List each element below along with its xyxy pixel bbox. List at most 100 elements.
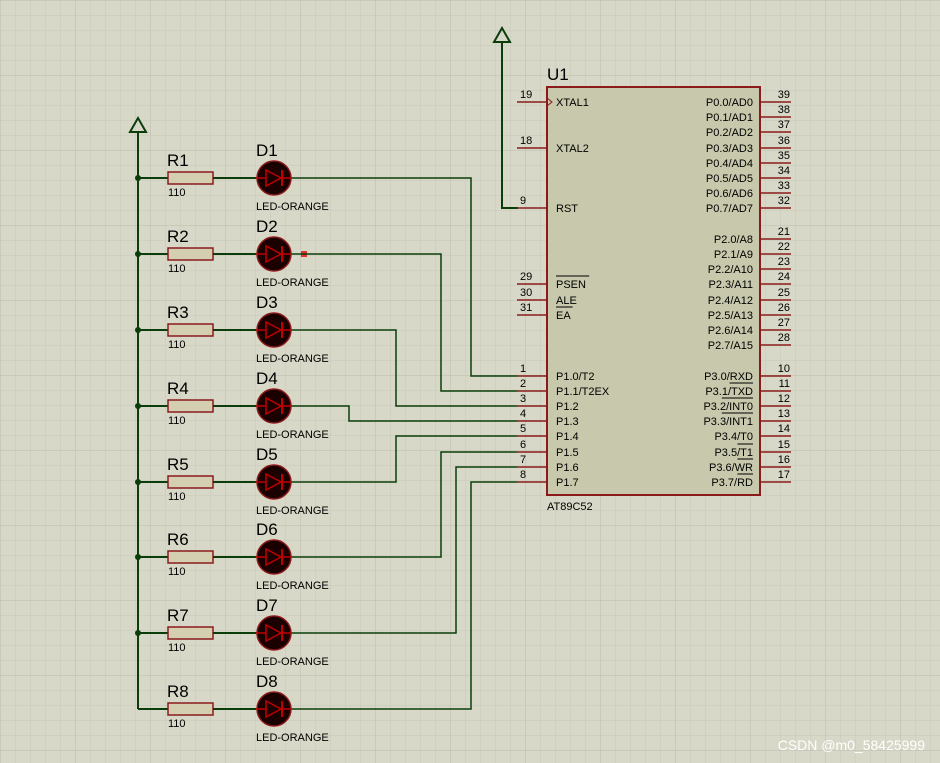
chip-pin-number: 32 <box>778 195 790 207</box>
mcu-chip[interactable]: U1 AT89C52 19XTAL118XTAL29RST29PSEN30ALE… <box>517 65 791 513</box>
led-part: LED-ORANGE <box>256 201 329 213</box>
chip-pin-name: P2.2/A10 <box>708 264 753 276</box>
chip-pin-name: P2.5/A13 <box>708 310 753 322</box>
chip-pin-number: 39 <box>778 89 790 101</box>
led-part: LED-ORANGE <box>256 277 329 289</box>
chip-pin-name: P3.7/RD <box>711 477 753 489</box>
chip-pin-name: P2.7/A15 <box>708 340 753 352</box>
led-ref: D8 <box>256 672 278 691</box>
resistor-ref: R2 <box>167 227 189 246</box>
resistor-body[interactable] <box>167 702 214 716</box>
grid <box>0 0 940 763</box>
chip-pin-name: P3.5/T1 <box>714 447 753 459</box>
chip-part: AT89C52 <box>547 501 593 513</box>
resistor-value: 110 <box>168 566 186 578</box>
chip-pin-number: 10 <box>778 363 790 375</box>
chip-pin-name: RST <box>556 203 578 215</box>
led-ref: D1 <box>256 141 278 160</box>
chip-pin-name: ALE <box>556 295 577 307</box>
chip-pin-name: P1.7 <box>556 477 579 489</box>
chip-pin-number: 8 <box>520 469 526 481</box>
chip-pin-name: XTAL1 <box>556 97 589 109</box>
chip-pin-number: 29 <box>520 271 532 283</box>
chip-pin-name: P2.3/A11 <box>709 279 753 291</box>
resistor-body[interactable] <box>167 171 214 185</box>
chip-pin-name: P0.5/AD5 <box>706 173 753 185</box>
chip-pin-number: 16 <box>778 454 790 466</box>
chip-pin-number: 3 <box>520 393 526 405</box>
chip-pin-number: 11 <box>779 378 790 390</box>
led-part: LED-ORANGE <box>256 505 329 517</box>
chip-pin-number: 33 <box>778 180 790 192</box>
resistor-ref: R1 <box>167 151 189 170</box>
led-part: LED-ORANGE <box>256 580 329 592</box>
chip-pin-name: XTAL2 <box>556 143 589 155</box>
chip-pin-name: P0.7/AD7 <box>706 203 753 215</box>
resistor-body[interactable] <box>167 475 214 489</box>
led-part: LED-ORANGE <box>256 353 329 365</box>
led-ref: D4 <box>256 369 278 388</box>
chip-pin-number: 22 <box>778 241 790 253</box>
chip-pin-number: 21 <box>778 226 790 238</box>
chip-pin-name: P0.6/AD6 <box>706 188 753 200</box>
schematic-sheet: U1 AT89C52 19XTAL118XTAL29RST29PSEN30ALE… <box>0 0 940 763</box>
chip-pin-number: 4 <box>520 408 526 420</box>
chip-pin-number: 7 <box>520 454 526 466</box>
resistor-body[interactable] <box>167 626 214 640</box>
chip-pin-name: P1.3 <box>556 416 579 428</box>
chip-pin-number: 27 <box>778 317 790 329</box>
resistor-ref: R7 <box>167 606 189 625</box>
chip-pin-number: 2 <box>520 378 526 390</box>
chip-pin-name: P0.3/AD3 <box>706 143 753 155</box>
resistor-value: 110 <box>168 187 186 199</box>
chip-pin-number: 9 <box>520 195 526 207</box>
chip-pin-name: P1.6 <box>556 462 579 474</box>
led-ref: D5 <box>256 445 278 464</box>
resistor-ref: R3 <box>167 303 189 322</box>
resistor-value: 110 <box>168 415 186 427</box>
chip-pin-name: P3.6/WR <box>709 462 753 474</box>
resistor-body[interactable] <box>167 323 214 337</box>
led-ref: D7 <box>256 596 278 615</box>
resistor-value: 110 <box>168 491 186 503</box>
led-part: LED-ORANGE <box>256 656 329 668</box>
resistor-body[interactable] <box>167 550 214 564</box>
chip-pin-number: 35 <box>778 150 790 162</box>
chip-pin-name: P1.5 <box>556 447 579 459</box>
chip-pin-name: P3.3/INT1 <box>703 416 753 428</box>
chip-pin-number: 12 <box>778 393 790 405</box>
chip-pin-name: P2.6/A14 <box>708 325 753 337</box>
chip-pin-name: P0.1/AD1 <box>706 112 753 124</box>
chip-pin-name: P0.2/AD2 <box>706 127 753 139</box>
chip-pin-number: 38 <box>778 104 790 116</box>
chip-pin-number: 1 <box>520 363 526 375</box>
led-ref: D6 <box>256 520 278 539</box>
led-ref: D3 <box>256 293 278 312</box>
chip-pin-number: 6 <box>520 439 526 451</box>
chip-pin-number: 15 <box>778 439 790 451</box>
chip-pin-number: 28 <box>778 332 790 344</box>
led-part: LED-ORANGE <box>256 429 329 441</box>
resistor-body[interactable] <box>167 399 214 413</box>
chip-pin-number: 17 <box>778 469 790 481</box>
chip-pin-name: P3.1/TXD <box>705 386 753 398</box>
chip-pin-name: P2.4/A12 <box>708 295 753 307</box>
chip-pin-name: P0.0/AD0 <box>706 97 753 109</box>
chip-pin-name: P2.1/A9 <box>714 249 753 261</box>
chip-pin-number: 5 <box>520 423 526 435</box>
resistor-value: 110 <box>168 339 186 351</box>
chip-pin-number: 23 <box>778 256 790 268</box>
watermark: CSDN @m0_58425999 <box>778 737 926 753</box>
chip-pin-number: 30 <box>520 287 532 299</box>
resistor-ref: R5 <box>167 455 189 474</box>
resistor-value: 110 <box>168 642 186 654</box>
resistor-value: 110 <box>168 718 186 730</box>
chip-pin-name: EA <box>556 310 571 322</box>
chip-pin-number: 25 <box>778 287 790 299</box>
resistor-body[interactable] <box>167 247 214 261</box>
led-part: LED-ORANGE <box>256 732 329 744</box>
led-ref: D2 <box>256 217 278 236</box>
chip-pin-number: 37 <box>778 119 790 131</box>
chip-pin-name: P3.2/INT0 <box>703 401 753 413</box>
chip-pin-name: P0.4/AD4 <box>706 158 753 170</box>
